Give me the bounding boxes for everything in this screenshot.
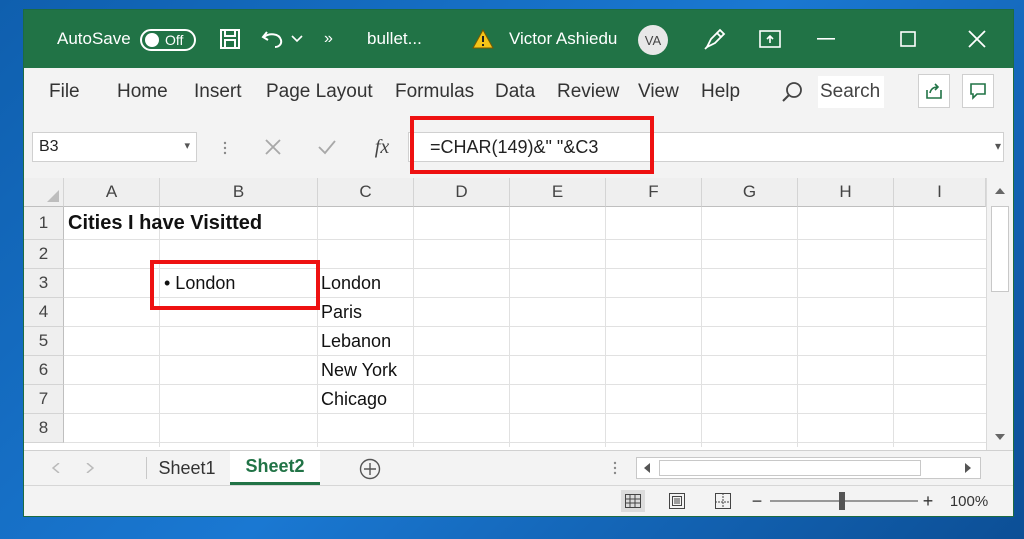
tab-view[interactable]: View — [638, 68, 679, 116]
enter-icon[interactable] — [316, 136, 338, 158]
share-button[interactable] — [918, 74, 950, 108]
ribbon-display-icon[interactable] — [758, 28, 782, 50]
tab-split-handle-icon[interactable] — [610, 459, 620, 477]
row-header-6[interactable]: 6 — [24, 356, 64, 385]
cell-c6[interactable]: New York — [321, 356, 397, 385]
vertical-scrollbar[interactable] — [986, 178, 1013, 450]
zoom-in-button[interactable]: + — [921, 490, 935, 512]
page-break-view-icon[interactable] — [711, 490, 735, 512]
row-header-7[interactable]: 7 — [24, 385, 64, 414]
tab-review[interactable]: Review — [557, 68, 619, 116]
autosave-label: AutoSave — [57, 29, 131, 48]
autosave-state: Off — [165, 32, 184, 48]
row-header-2[interactable]: 2 — [24, 240, 64, 269]
column-header-f[interactable]: F — [606, 178, 702, 207]
tab-insert[interactable]: Insert — [194, 68, 242, 116]
column-header-b[interactable]: B — [160, 178, 318, 207]
normal-view-icon[interactable] — [621, 490, 645, 512]
sheet-tab-sheet2[interactable]: Sheet2 — [230, 451, 320, 485]
user-name: Victor Ashiedu — [509, 29, 618, 48]
sheet-tab-sheet1[interactable]: Sheet1 — [148, 451, 226, 485]
tab-file[interactable]: File — [49, 68, 80, 116]
cell-c5[interactable]: Lebanon — [321, 327, 391, 356]
tab-divider — [146, 457, 147, 479]
cell-highlight-box — [150, 260, 320, 310]
warning-icon[interactable] — [471, 28, 495, 50]
scroll-left-icon[interactable] — [639, 460, 655, 476]
resize-handle-icon[interactable] — [221, 139, 229, 157]
scroll-up-icon[interactable] — [991, 182, 1009, 200]
page-layout-view-icon[interactable] — [665, 490, 689, 512]
insert-function-icon[interactable]: fx — [370, 134, 394, 160]
autosave-toggle[interactable]: Off — [140, 29, 196, 51]
undo-dropdown-icon[interactable] — [290, 30, 304, 48]
scroll-right-icon[interactable] — [960, 460, 976, 476]
more-commands-button[interactable]: » — [324, 10, 333, 68]
zoom-out-button[interactable]: − — [750, 490, 764, 512]
row-header-5[interactable]: 5 — [24, 327, 64, 356]
comment-icon — [970, 83, 986, 100]
minimize-icon[interactable] — [814, 28, 838, 50]
cancel-icon[interactable] — [262, 136, 284, 158]
gridlines — [64, 207, 986, 447]
cell-c7[interactable]: Chicago — [321, 385, 387, 414]
prev-sheet-icon[interactable] — [48, 459, 64, 477]
column-header-e[interactable]: E — [510, 178, 606, 207]
ribbon-tabs: File Home Insert Page Layout Formulas Da… — [24, 68, 1013, 117]
tab-page-layout[interactable]: Page Layout — [266, 68, 373, 116]
tab-home[interactable]: Home — [117, 68, 168, 116]
comments-button[interactable] — [962, 74, 994, 108]
file-name: bullet... — [367, 29, 422, 48]
pen-icon[interactable] — [702, 26, 728, 52]
add-sheet-icon[interactable] — [358, 457, 382, 481]
expand-formula-icon[interactable]: ▾ — [995, 139, 1001, 153]
maximize-icon[interactable] — [896, 28, 920, 50]
row-header-1[interactable]: 1 — [24, 207, 64, 240]
formula-highlight-box — [410, 116, 654, 174]
avatar[interactable]: VA — [638, 25, 668, 55]
tab-formulas[interactable]: Formulas — [395, 68, 474, 116]
close-icon[interactable] — [965, 28, 989, 50]
share-icon — [926, 83, 942, 99]
toggle-knob — [145, 33, 159, 47]
save-icon[interactable] — [218, 27, 242, 51]
zoom-level[interactable]: 100% — [944, 490, 994, 512]
column-header-a[interactable]: A — [64, 178, 160, 207]
excel-window: AutoSave Off » bullet... Victor Ashiedu … — [24, 10, 1013, 516]
horizontal-scrollbar[interactable] — [636, 457, 981, 479]
column-header-c[interactable]: C — [318, 178, 414, 207]
name-box-value: B3 — [39, 138, 59, 155]
cell-c3[interactable]: London — [321, 269, 381, 298]
scroll-down-icon[interactable] — [991, 428, 1009, 446]
search-input[interactable]: Search — [818, 76, 884, 108]
next-sheet-icon[interactable] — [82, 459, 98, 477]
row-header-4[interactable]: 4 — [24, 298, 64, 327]
cell-a1[interactable]: Cities I have Visitted — [68, 207, 262, 240]
column-header-i[interactable]: I — [894, 178, 986, 207]
column-header-d[interactable]: D — [414, 178, 510, 207]
row-header-3[interactable]: 3 — [24, 269, 64, 298]
row-header-8[interactable]: 8 — [24, 414, 64, 443]
horizontal-scroll-thumb[interactable] — [659, 460, 921, 476]
column-header-g[interactable]: G — [702, 178, 798, 207]
column-header-h[interactable]: H — [798, 178, 894, 207]
vertical-scroll-thumb[interactable] — [991, 206, 1009, 292]
undo-icon[interactable] — [260, 27, 286, 51]
tab-help[interactable]: Help — [701, 68, 740, 116]
worksheet-grid: A B C D E F G H I 1 2 3 4 5 6 7 8 Cities… — [24, 178, 1013, 447]
chevron-down-icon[interactable]: ▾ — [184, 139, 190, 152]
name-box[interactable]: B3 ▾ — [32, 132, 197, 162]
zoom-slider-thumb[interactable] — [839, 492, 845, 510]
title-bar: AutoSave Off » bullet... Victor Ashiedu … — [24, 10, 1013, 68]
status-bar: − + 100% — [24, 485, 1013, 516]
cell-c4[interactable]: Paris — [321, 298, 362, 327]
search-icon[interactable] — [780, 80, 804, 104]
select-all-corner[interactable] — [24, 178, 64, 207]
tab-data[interactable]: Data — [495, 68, 535, 116]
